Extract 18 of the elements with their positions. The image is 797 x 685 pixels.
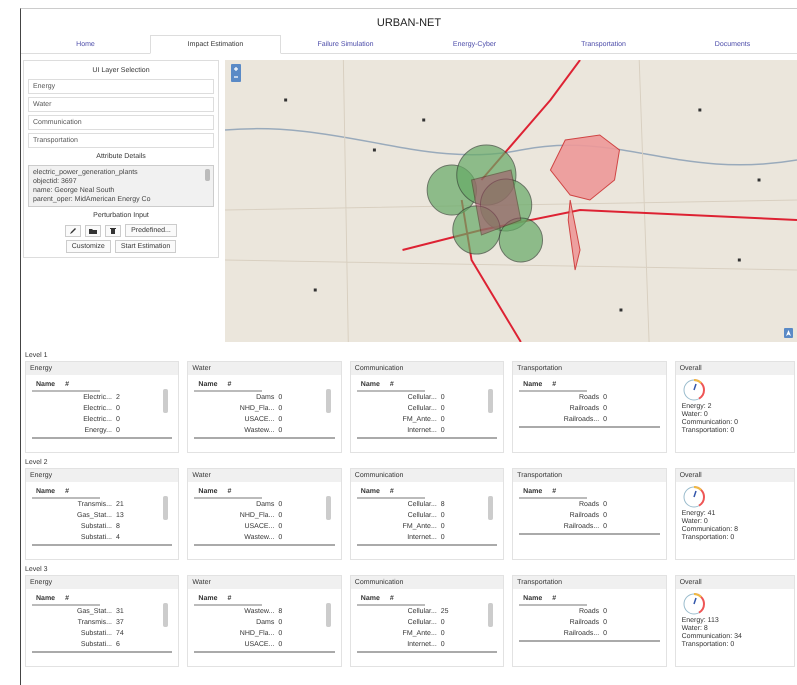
folder-icon[interactable]: [85, 224, 102, 236]
scrollbar[interactable]: [326, 496, 331, 520]
gauge-icon: [682, 378, 706, 402]
scrollbar[interactable]: [163, 496, 168, 520]
scrollbar[interactable]: [326, 603, 331, 627]
scrollbar[interactable]: [488, 603, 494, 627]
pencil-icon[interactable]: [65, 224, 82, 236]
app-title: URBAN-NET: [376, 16, 442, 31]
scrollbar[interactable]: [163, 389, 168, 413]
gauge-icon: [682, 485, 706, 509]
trash-icon[interactable]: [105, 224, 122, 236]
zoom-control-icon[interactable]: [231, 64, 241, 82]
scrollbar[interactable]: [488, 496, 494, 520]
scrollbar[interactable]: [326, 389, 331, 413]
compass-icon[interactable]: [784, 328, 793, 338]
scrollbar[interactable]: [163, 603, 168, 627]
scrollbar[interactable]: [488, 389, 494, 413]
gauge-icon: [682, 592, 706, 616]
